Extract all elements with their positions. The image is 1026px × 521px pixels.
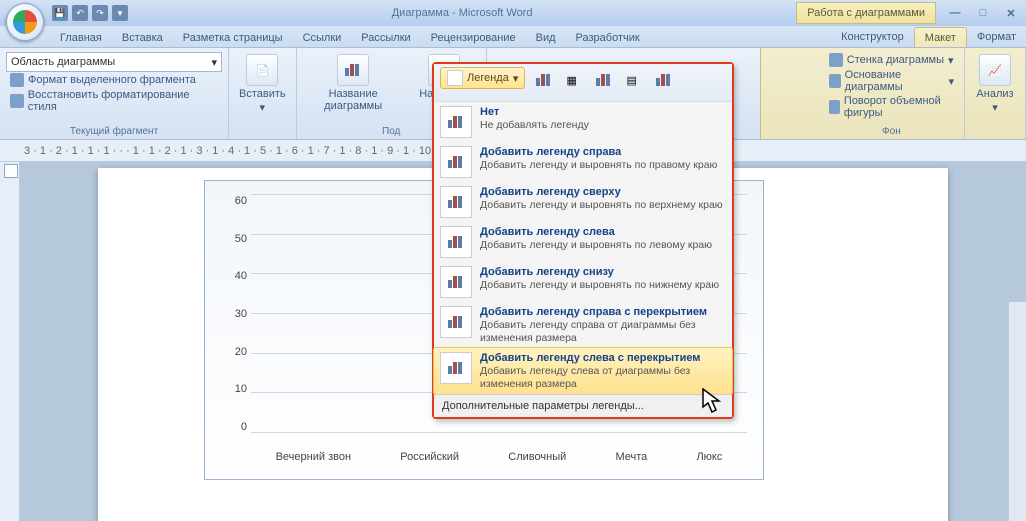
tab-format[interactable]: Формат	[967, 27, 1026, 47]
redo-icon[interactable]: ↷	[92, 5, 108, 21]
tab-references[interactable]: Ссылки	[293, 28, 352, 47]
legend-icon	[447, 70, 463, 86]
tab-mailings[interactable]: Рассылки	[351, 28, 420, 47]
ribbon-tabs: Главная Вставка Разметка страницы Ссылки…	[0, 26, 1026, 48]
legend-option-icon	[440, 352, 472, 384]
x-tick-label: Сливочный	[508, 451, 566, 463]
undo-icon[interactable]: ↶	[72, 5, 88, 21]
reset-style-button[interactable]: Восстановить форматирование стиля	[6, 88, 222, 114]
tab-design[interactable]: Конструктор	[831, 27, 914, 47]
minimize-button[interactable]: —	[944, 5, 966, 21]
legend-option-icon	[440, 306, 472, 338]
x-tick-label: Российский	[400, 451, 459, 463]
window-title: Диаграмма - Microsoft Word	[128, 7, 796, 19]
context-tab-title: Работа с диаграммами	[796, 2, 936, 24]
maximize-button[interactable]: □	[972, 5, 994, 21]
floor-icon	[829, 74, 841, 88]
insert-icon: 📄	[246, 54, 278, 86]
ruler-toggle[interactable]	[4, 164, 18, 178]
rotate-icon	[829, 100, 840, 114]
tab-layout[interactable]: Макет	[914, 27, 967, 47]
more-legend-options[interactable]: Дополнительные параметры легенды...	[434, 394, 732, 417]
chevron-down-icon: ▾	[992, 102, 998, 114]
chevron-down-icon: ▾	[948, 54, 954, 67]
format-icon	[10, 73, 24, 87]
chart-title-button[interactable]: Название диаграммы	[303, 52, 404, 114]
reset-icon	[10, 94, 24, 108]
save-icon[interactable]: 💾	[52, 5, 68, 21]
x-tick-label: Вечерний звон	[276, 451, 351, 463]
chart-title-icon	[337, 54, 369, 86]
vertical-scrollbar[interactable]	[1008, 302, 1026, 521]
tab-developer[interactable]: Разработчик	[566, 28, 650, 47]
analysis-icon: 📈	[979, 54, 1011, 86]
office-button[interactable]	[6, 3, 44, 41]
legend-option[interactable]: Добавить легенду справа с перекрытиемДоб…	[434, 302, 732, 348]
group-label: Текущий фрагмент	[6, 124, 222, 137]
ribbon: Область диаграммы▾ Формат выделенного фр…	[0, 48, 1026, 140]
legend-option[interactable]: Добавить легенду слева с перекрытиемДоба…	[433, 347, 733, 395]
vertical-ruler	[0, 162, 20, 521]
tab-home[interactable]: Главная	[50, 28, 112, 47]
quick-access-toolbar: 💾 ↶ ↷ ▾	[52, 5, 128, 21]
insert-button[interactable]: 📄Вставить▾	[235, 52, 290, 116]
chart-wall-button[interactable]: Стенка диаграммы ▾	[825, 52, 958, 68]
legend-option-icon	[440, 226, 472, 258]
chevron-down-icon: ▾	[260, 102, 266, 114]
chart-floor-button[interactable]: Основание диаграммы ▾	[825, 68, 958, 94]
chevron-down-icon: ▾	[948, 75, 954, 88]
group-label: Под	[382, 124, 400, 137]
qat-more-icon[interactable]: ▾	[112, 5, 128, 21]
analysis-button[interactable]: 📈Анализ▾	[971, 52, 1019, 116]
legend-option-icon	[440, 266, 472, 298]
group-label: Фон	[882, 124, 901, 137]
legend-option-icon	[440, 146, 472, 178]
chevron-down-icon: ▾	[211, 56, 217, 69]
tab-review[interactable]: Рецензирование	[421, 28, 526, 47]
legend-option[interactable]: Добавить легенду справаДобавить легенду …	[434, 142, 732, 182]
rotate-3d-button[interactable]: Поворот объемной фигуры	[825, 94, 958, 120]
legend-option[interactable]: Добавить легенду снизуДобавить легенду и…	[434, 262, 732, 302]
chart-element-combo[interactable]: Область диаграммы▾	[6, 52, 222, 72]
x-tick-label: Люкс	[696, 451, 722, 463]
legend-option-icon	[440, 106, 472, 138]
x-tick-label: Мечта	[615, 451, 647, 463]
legend-option[interactable]: Добавить легенду сверхуДобавить легенду …	[434, 182, 732, 222]
titlebar: 💾 ↶ ↷ ▾ Диаграмма - Microsoft Word Работ…	[0, 0, 1026, 26]
tab-insert[interactable]: Вставка	[112, 28, 173, 47]
format-selection-button[interactable]: Формат выделенного фрагмента	[6, 72, 222, 88]
legend-option-icon	[440, 186, 472, 218]
legend-option[interactable]: Добавить легенду слеваДобавить легенду и…	[434, 222, 732, 262]
wall-icon	[829, 53, 843, 67]
tab-view[interactable]: Вид	[526, 28, 566, 47]
tab-pagelayout[interactable]: Разметка страницы	[173, 28, 293, 47]
close-button[interactable]: ✕	[1000, 5, 1022, 21]
